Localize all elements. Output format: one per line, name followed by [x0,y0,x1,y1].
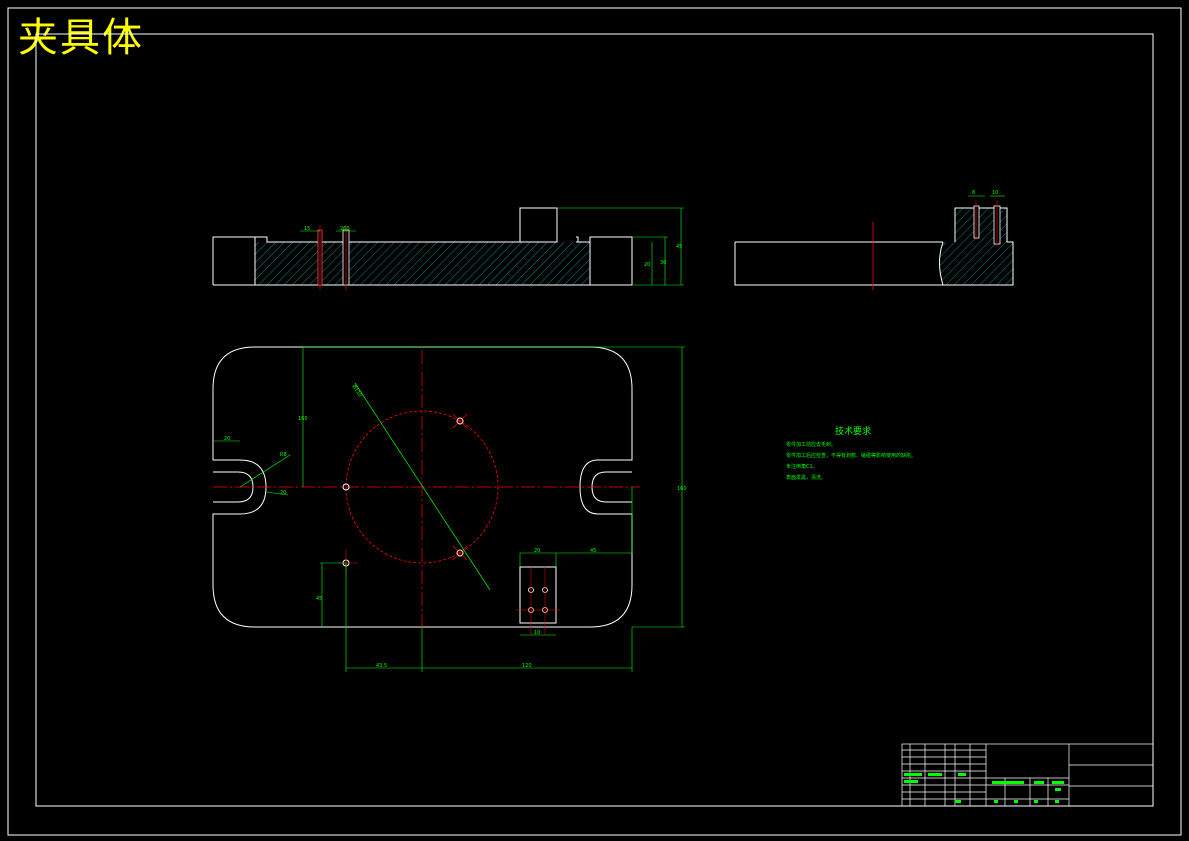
dim-bottom-a: 43.5 [376,663,387,669]
title-block-marks [904,773,1064,803]
outer-frame [7,7,1182,836]
dim-block-width: 20 [534,548,540,554]
dim-bottom-b: 120 [522,663,532,669]
inner-frame [35,33,1154,807]
dim-side-slot-b: 10 [992,190,998,196]
side-view: 8 10 [734,190,1014,290]
dim-front-height-b: 30 [660,260,666,266]
dim-diameter: Ø110 [350,383,363,398]
technical-requirement-line: 零件加工后应检查，不得有划痕、磕碰等影响使用的缺陷。 [786,453,917,459]
front-section-view: 15 260 20 30 45 [212,207,684,290]
top-view: 160 Ø110 20 R8 20 160 45 20 45 10 43.5 1… [212,346,687,672]
technical-requirement-line: 未注倒角C1。 [786,464,818,470]
technical-requirement-line: 零件加工前应去毛刺。 [786,442,837,448]
dim-side-slot-a: 8 [972,190,975,196]
dim-bottom-left: 45 [316,596,322,602]
technical-requirements-title: 技术要求 [835,427,872,437]
dim-front-height-c: 45 [676,244,682,250]
dim-slot-depth: 20 [280,490,286,496]
technical-requirement-line: 表面发黑，清洗。 [786,475,827,481]
dim-block-bottom: 10 [534,630,540,636]
cad-drawing: 15 260 20 30 45 8 10 160 Ø110 20 R8 20 1… [7,7,1182,836]
dim-front-height-a: 20 [644,262,650,268]
dim-slot-radius: R8 [280,452,287,458]
dim-front-side-left: 15 [304,226,310,232]
dim-top-height: 160 [298,416,308,422]
dim-slot-left: 20 [224,436,230,442]
dim-front-width: 260 [340,226,350,232]
dim-right-height: 160 [677,486,687,492]
dim-block-right: 45 [590,548,596,554]
